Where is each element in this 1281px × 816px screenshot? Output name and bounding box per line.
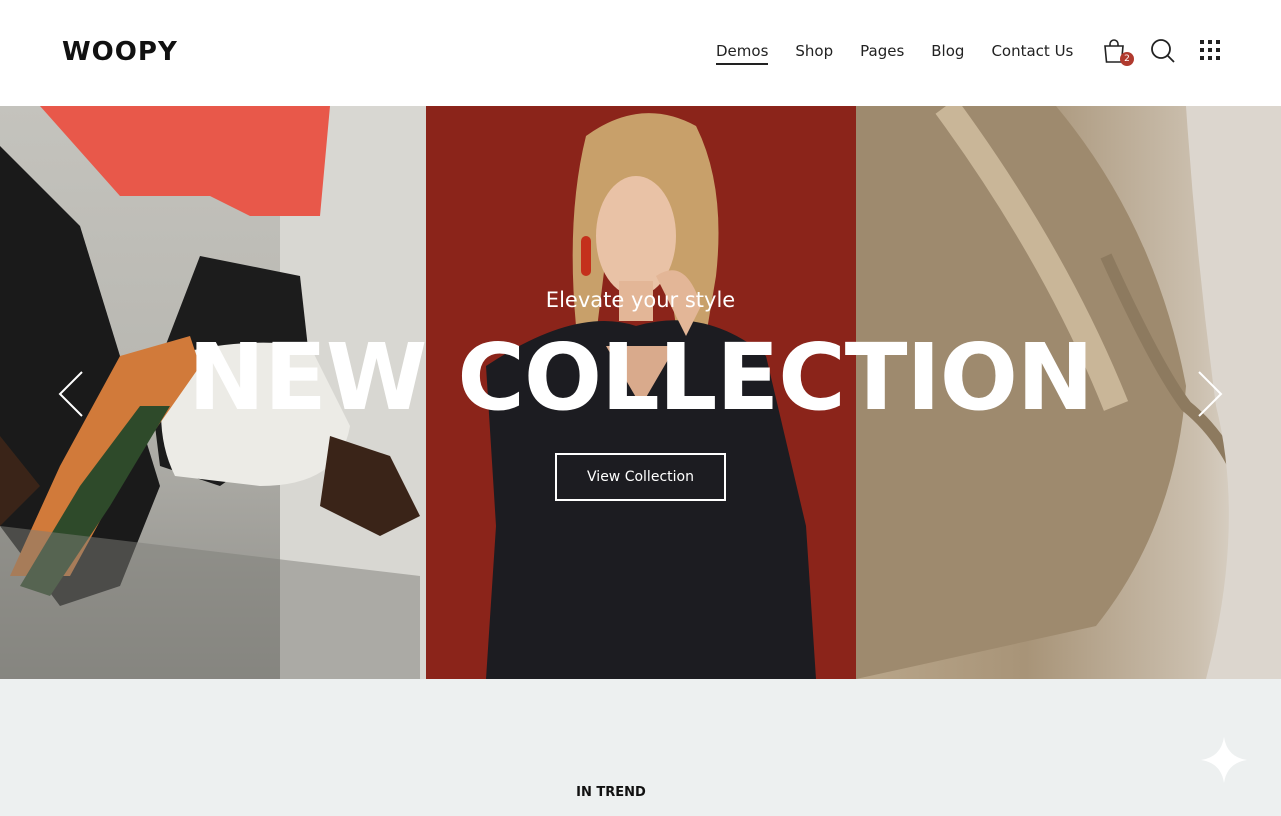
view-collection-button[interactable]: View Collection: [555, 453, 726, 501]
slider-prev-button[interactable]: [56, 369, 86, 419]
nav-item-blog[interactable]: Blog: [931, 42, 964, 65]
slider-next-button[interactable]: [1195, 369, 1225, 419]
grid-menu-icon: [1200, 40, 1220, 60]
sparkle-icon[interactable]: [1199, 735, 1249, 785]
hero-slider: [0, 106, 1281, 679]
site-header: WOOPY Demos Shop Pages Blog Contact Us 2: [0, 0, 1281, 106]
nav-item-shop[interactable]: Shop: [795, 42, 833, 65]
chevron-right-icon: [1198, 371, 1223, 417]
cart-button[interactable]: 2: [1102, 38, 1134, 66]
search-icon: [1151, 39, 1175, 63]
main-nav: Demos Shop Pages Blog Contact Us: [716, 42, 1073, 65]
nav-item-pages[interactable]: Pages: [860, 42, 904, 65]
nav-item-contact-us[interactable]: Contact Us: [991, 42, 1073, 65]
trend-section: IN TREND: [0, 679, 1281, 816]
hero-image-model: [426, 106, 856, 679]
chevron-left-icon: [58, 371, 83, 417]
menu-button[interactable]: [1198, 38, 1224, 64]
logo[interactable]: WOOPY: [62, 37, 178, 67]
search-button[interactable]: [1150, 38, 1176, 64]
cart-count-badge: 2: [1120, 52, 1134, 66]
header-icons: 2: [1102, 38, 1224, 66]
nav-item-demos[interactable]: Demos: [716, 42, 769, 65]
section-label: IN TREND: [576, 785, 646, 800]
